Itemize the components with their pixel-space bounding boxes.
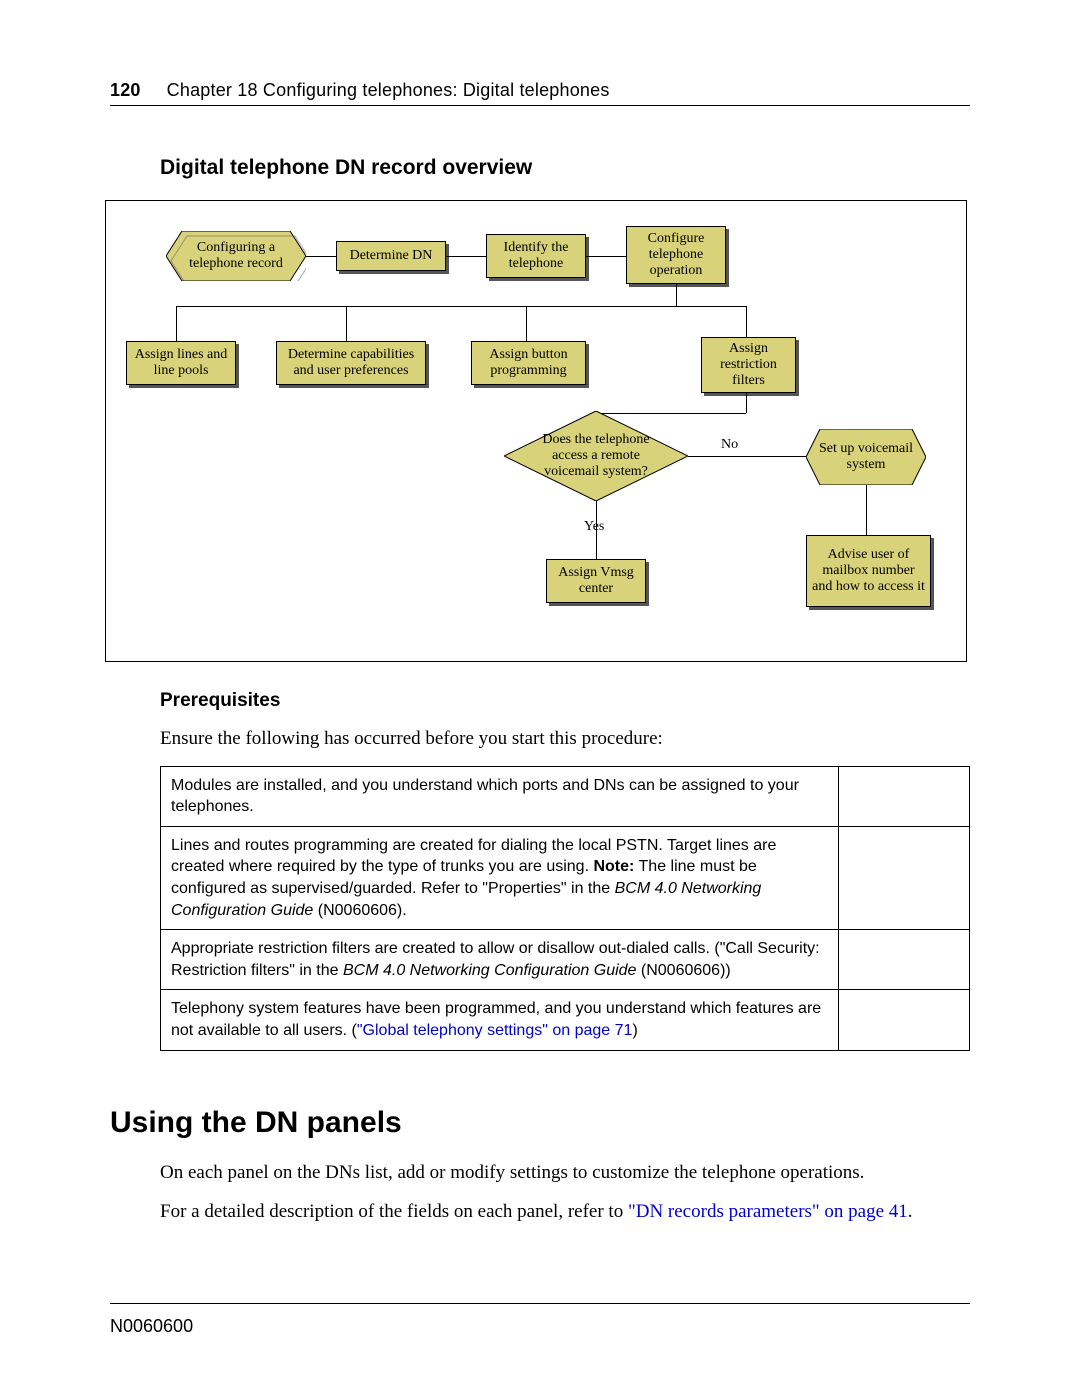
node-identify: Identify the telephone — [486, 234, 586, 278]
edge-no: No — [721, 437, 738, 453]
link-dn-records-params[interactable]: "DN records parameters" on page 41 — [628, 1201, 908, 1222]
page-footer: N0060600 — [110, 1303, 970, 1337]
prereq-table: Modules are installed, and you understan… — [160, 766, 970, 1051]
doc-id: N0060600 — [110, 1316, 193, 1336]
table-row: Lines and routes programming are created… — [161, 826, 970, 929]
table-row: Appropriate restriction filters are crea… — [161, 930, 970, 990]
node-restriction: Assign restriction filters — [701, 337, 796, 393]
prereq-intro: Ensure the following has occurred before… — [160, 726, 970, 752]
table-row: Modules are installed, and you understan… — [161, 766, 970, 826]
edge-yes: Yes — [584, 519, 604, 535]
node-assign-lines: Assign lines and line pools — [126, 341, 236, 385]
node-configuring: Configuring a telephone record — [166, 231, 306, 281]
table-row: Telephony system features have been prog… — [161, 990, 970, 1050]
link-global-telephony[interactable]: "Global telephony settings" on page 71 — [357, 1022, 633, 1039]
node-decision: Does the telephone access a remote voice… — [504, 411, 688, 501]
prereq-heading: Prerequisites — [160, 690, 970, 712]
node-config-op: Configure telephone operation — [626, 226, 726, 284]
node-advise: Advise user of mailbox number and how to… — [806, 535, 931, 607]
node-setup-vm: Set up voicemail system — [806, 429, 926, 485]
h2-using-dn-panels: Using the DN panels — [110, 1106, 970, 1140]
page-number: 120 — [110, 80, 141, 100]
node-vmsg-center: Assign Vmsg center — [546, 559, 646, 603]
chapter-title: Chapter 18 Configuring telephones: Digit… — [167, 80, 610, 100]
node-button: Assign button programming — [471, 341, 586, 385]
page-header: 120 Chapter 18 Configuring telephones: D… — [110, 80, 970, 106]
node-determine-dn: Determine DN — [336, 241, 446, 271]
section-title: Digital telephone DN record overview — [160, 156, 970, 180]
flowchart: Configuring a telephone record Determine… — [105, 200, 967, 662]
body-p2: For a detailed description of the fields… — [160, 1199, 970, 1225]
node-capabilities: Determine capabilities and user preferen… — [276, 341, 426, 385]
body-p1: On each panel on the DNs list, add or mo… — [160, 1160, 970, 1186]
